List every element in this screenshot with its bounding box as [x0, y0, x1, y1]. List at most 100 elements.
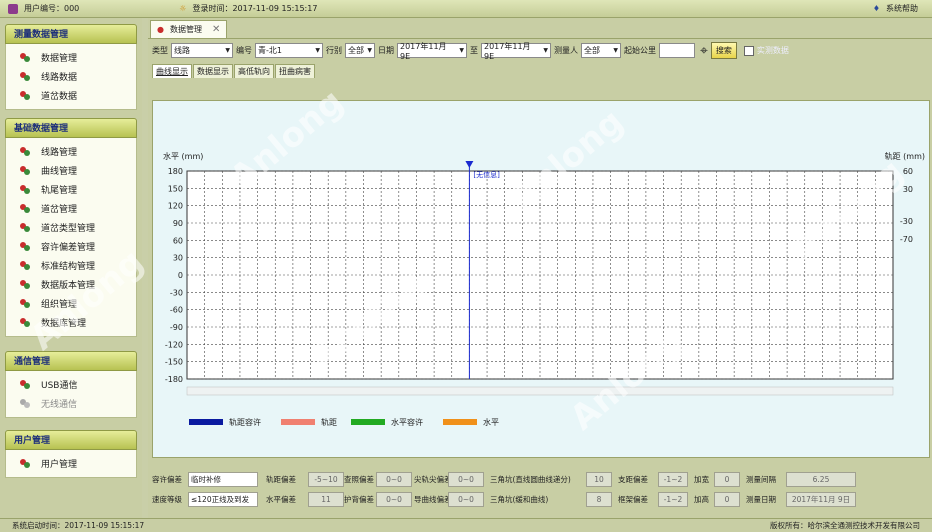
menu-item-icon	[20, 279, 31, 290]
chevron-down-icon: ▼	[315, 47, 320, 54]
menu-item-icon	[20, 165, 31, 176]
sidebar-group-header[interactable]: 通信管理	[5, 351, 137, 371]
menu-item-icon	[20, 241, 31, 252]
realtime-label: 实测数据	[756, 46, 789, 55]
subtab[interactable]: 曲线显示	[152, 64, 192, 78]
search-button[interactable]: 搜索	[710, 42, 737, 59]
sidebar-group: 基础数据管理线路管理曲线管理轨尾管理道岔管理道岔类型管理 容许偏差管理 标准结构管理…	[5, 118, 137, 337]
sidebar-item-label: 道岔管理	[41, 205, 78, 215]
param-value: 0	[714, 472, 740, 487]
sidebar-group-body: 线路管理曲线管理轨尾管理道岔管理道岔类型管理 容许偏差管理 标准结构管理 数据版本管理…	[5, 138, 137, 337]
sidebar-item-label: USB通信	[41, 381, 78, 391]
y2-tick-label: 30	[903, 185, 913, 194]
sidebar-item[interactable]: 数据管理	[6, 48, 136, 67]
param-value: 8	[586, 492, 612, 507]
menu-item-icon	[20, 52, 31, 63]
legend-swatch	[351, 419, 385, 425]
sidebar-item[interactable]: 标准结构管理	[6, 256, 136, 275]
param-label: 框架偏差	[618, 495, 648, 504]
y-tick-label: 0	[178, 271, 183, 280]
subtab[interactable]: 数据显示	[193, 64, 233, 78]
sidebar-group-header[interactable]: 基础数据管理	[5, 118, 137, 138]
param-label: 测量日期	[746, 495, 776, 504]
sidebar-item[interactable]: 曲线管理	[6, 161, 136, 180]
sidebar-item-label: 数据版本管理	[41, 281, 96, 291]
tab-data-management[interactable]: ● 数据管理 ✕	[150, 20, 228, 38]
status-bar: 系统启动时间：2017-11-09 15:15:17 版权所有：哈尔滨全通测控技…	[0, 518, 932, 532]
chart-area: 180 150 120 90 60 30 0 -30 -60 -90 -120 -150 -180 水平 …	[152, 100, 930, 458]
system-start-time: 系统启动时间：2017-11-09 15:15:17	[12, 521, 145, 530]
param-label: 加宽	[694, 475, 709, 484]
param-value: 0~0	[448, 492, 484, 507]
subtab[interactable]: 高低轨向	[234, 64, 274, 78]
sidebar-item[interactable]: 无线通信	[6, 394, 136, 413]
y-tick-label: 120	[168, 202, 183, 211]
sidebar-item[interactable]: 线路数据	[6, 67, 136, 86]
sidebar-group-header[interactable]: 测量数据管理	[5, 24, 137, 44]
code-select[interactable]: 青-北1 ▼	[255, 43, 323, 58]
menu-item-icon	[20, 222, 31, 233]
param-label: 水平偏差	[266, 495, 296, 504]
sidebar-item[interactable]: 组织管理	[6, 294, 136, 313]
direction-value: 全部	[348, 46, 364, 55]
sidebar-group-header[interactable]: 用户管理	[5, 430, 137, 450]
to-label: 至	[470, 46, 478, 55]
param-value: 0~0	[448, 472, 484, 487]
y-tick-label: -60	[170, 306, 183, 315]
sidebar-item[interactable]: 线路管理	[6, 142, 136, 161]
code-label: 编号	[236, 46, 252, 55]
sidebar-item[interactable]: 轨尾管理	[6, 180, 136, 199]
close-icon[interactable]: ✕	[212, 24, 220, 35]
user-id-label: 用户编号：000	[24, 4, 80, 13]
cursor-label: [无信息]	[473, 170, 500, 179]
param-select[interactable]: ≤120正线及到发	[188, 492, 258, 507]
sidebar-item[interactable]: 用户管理	[6, 454, 136, 473]
person-select[interactable]: 全部 ▼	[581, 43, 621, 58]
sidebar-item-label: 标准结构管理	[41, 262, 96, 272]
start-km-label: 起始公里	[624, 46, 656, 55]
sidebar-item-label: 线路管理	[41, 148, 78, 158]
param-value: 0~0	[376, 492, 412, 507]
sidebar-item-label: 容许偏差管理	[41, 243, 96, 253]
sidebar-item-label: 数据管理	[41, 54, 78, 64]
sidebar-group-body: USB通信无线通信	[5, 371, 137, 418]
param-label: 护背偏差	[344, 495, 374, 504]
legend-label: 轨距容许	[229, 417, 261, 427]
y-tick-label: -30	[170, 288, 183, 297]
tab-label: 数据管理	[169, 25, 202, 34]
subtab[interactable]: 扭曲病害	[275, 64, 315, 78]
date-to-picker[interactable]: 2017年11月 9E ▼	[481, 42, 551, 61]
sidebar-item[interactable]: 容许偏差管理	[6, 237, 136, 256]
param-select[interactable]: 临时补修	[188, 472, 258, 487]
start-km-input[interactable]	[659, 43, 695, 58]
param-label: 三角坑(缓和曲线)	[490, 495, 549, 504]
direction-select[interactable]: 全部 ▼	[345, 43, 375, 58]
menu-item-icon	[20, 146, 31, 157]
sidebar-item[interactable]: 数据版本管理	[6, 275, 136, 294]
sidebar-item-label: 无线通信	[41, 400, 78, 410]
login-time-label: 登录时间：2017-11-09 15:15:17	[192, 4, 318, 13]
system-help-link[interactable]: 系统帮助	[886, 3, 918, 14]
menu-item-icon	[20, 458, 31, 469]
sidebar-item-label: 道岔类型管理	[41, 224, 96, 234]
type-select[interactable]: 线路 ▼	[171, 43, 233, 58]
sidebar-item[interactable]: 道岔类型管理	[6, 218, 136, 237]
sidebar-item[interactable]: 数据库管理	[6, 313, 136, 332]
filter-bar: 类型 线路 ▼ 编号 青-北1 ▼ 行别 全部 ▼ 日期 2017年11月 9E ▼ 至…	[148, 38, 932, 62]
sidebar-item-label: 组织管理	[41, 300, 78, 310]
date-from-picker[interactable]: 2017年11月 9E ▼	[397, 42, 467, 61]
sidebar: 测量数据管理数据管理线路数据道岔数据基础数据管理线路管理曲线管理轨尾管理道岔管理…	[0, 18, 142, 518]
sidebar-group: 用户管理 用户管理	[5, 430, 137, 478]
document-tabstrip: ● 数据管理 ✕	[148, 18, 932, 38]
realtime-checkbox[interactable]	[743, 45, 754, 56]
sidebar-item-label: 道岔数据	[41, 92, 78, 102]
chevron-down-icon: ▼	[613, 47, 618, 54]
chevron-down-icon: ▼	[367, 47, 372, 54]
sidebar-item-label: 曲线管理	[41, 167, 78, 177]
sidebar-item[interactable]: USB通信	[6, 375, 136, 394]
parameter-row: 容许偏差 临时补修 轨距偏差 -5~10 查照偏差 0~0 尖轨尖偏差 0~0 三角坑(直线圆曲…	[148, 471, 932, 489]
sidebar-item[interactable]: 道岔数据	[6, 86, 136, 105]
sidebar-group: 通信管理 USB通信 无线通信	[5, 351, 137, 418]
help-icon[interactable]: ♦	[873, 4, 880, 13]
sidebar-item[interactable]: 道岔管理	[6, 199, 136, 218]
